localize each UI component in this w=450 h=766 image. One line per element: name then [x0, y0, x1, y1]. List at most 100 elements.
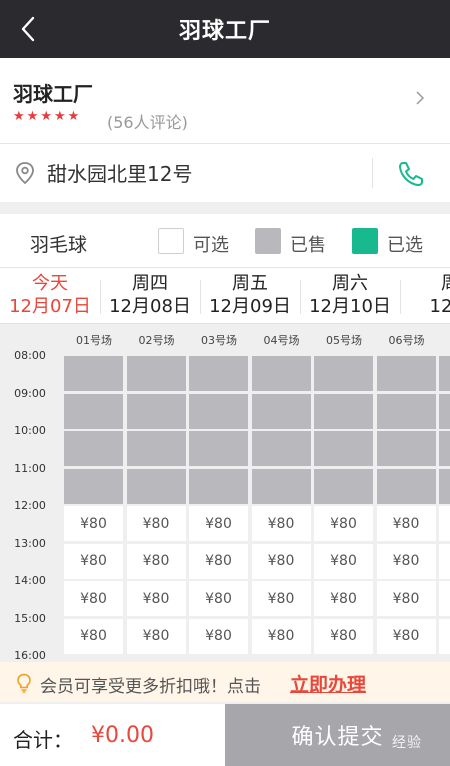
court-slot[interactable]: ¥80	[126, 581, 186, 616]
court-slot[interactable]	[439, 543, 450, 579]
date-tab[interactable]: 周六 12月10日	[300, 268, 400, 324]
time-label: 08:00	[14, 349, 46, 362]
phone-icon[interactable]	[396, 159, 426, 189]
court-slot	[126, 468, 186, 504]
date-tab[interactable]: 周五 12月09日	[200, 268, 300, 324]
divider	[372, 158, 373, 188]
date-tab-divider	[400, 280, 401, 314]
location-pin-icon	[16, 162, 34, 185]
time-label: 11:00	[14, 461, 46, 475]
court-slot[interactable]: ¥80	[376, 618, 436, 654]
court-slot[interactable]: ¥80	[64, 543, 123, 579]
lightbulb-icon	[17, 673, 31, 693]
court-slot	[314, 431, 373, 466]
court-slot[interactable]: ¥80	[189, 506, 248, 541]
time-label: 09:00	[14, 386, 46, 400]
legend-selected-swatch	[352, 228, 378, 254]
date-tab-date: 12月	[429, 296, 450, 317]
court-label: 06号场	[388, 334, 425, 347]
court-slot[interactable]	[439, 618, 450, 654]
court-slot[interactable]: ¥80	[126, 543, 186, 579]
star-icon: ★	[13, 109, 25, 124]
address-text: 甜水园北里12号	[47, 162, 193, 186]
back-arrow-icon	[21, 16, 35, 42]
date-tab-divider	[100, 280, 101, 314]
court-slot[interactable]: ¥80	[376, 506, 436, 541]
join-membership-link[interactable]: 立即办理	[290, 670, 366, 697]
court-slot[interactable]: ¥80	[64, 618, 123, 654]
court-slot[interactable]: ¥80	[126, 506, 186, 541]
date-tab-divider	[200, 280, 201, 314]
confirm-submit-label: 确认提交	[291, 725, 384, 750]
court-slot[interactable]: ¥80	[64, 506, 123, 541]
page-title: 羽球工厂	[178, 19, 271, 44]
court-slot	[126, 431, 186, 466]
time-label: 14:00	[14, 574, 46, 587]
date-tab-weekday: 周四	[132, 273, 168, 294]
date-tab[interactable]: 今天 12月07日	[0, 268, 100, 324]
court-slot	[189, 468, 248, 504]
total-amount: ¥0.00	[91, 723, 154, 748]
court-slot[interactable]: ¥80	[251, 581, 311, 616]
court-slot	[314, 356, 373, 391]
court-slot[interactable]: ¥80	[314, 506, 373, 541]
member-promo-bar: 会员可享受更多折扣哦！点击 立即办理	[0, 662, 450, 702]
legend-bar: 羽毛球 可选 已售 已选	[0, 214, 450, 268]
date-tab[interactable]: 周12月	[400, 268, 450, 324]
shop-card[interactable]: 羽球工厂 ★ ★ ★ ★ ★ (56人评论)	[0, 58, 450, 144]
court-slot[interactable]: ¥80	[376, 581, 436, 616]
court-label: 05号场	[326, 334, 362, 347]
promo-text: 会员可享受更多折扣哦！点击	[40, 677, 261, 697]
court-slot[interactable]: ¥80	[189, 618, 248, 654]
court-slot[interactable]: ¥80	[189, 581, 248, 616]
court-slot	[126, 356, 186, 391]
court-slot[interactable]	[439, 506, 450, 541]
court-slot[interactable]: ¥80	[314, 618, 373, 654]
court-slot	[64, 431, 123, 466]
legend-sold-label: 已售	[290, 235, 326, 256]
booking-page: 羽球工厂 羽球工厂 ★ ★ ★ ★ ★ (56人评论) 甜水园北里12号 羽毛球 可选 …	[0, 0, 450, 766]
address-row[interactable]: 甜水园北里12号	[0, 144, 450, 202]
date-tab[interactable]: 周四 12月08日	[100, 268, 200, 324]
total-label: 合计：	[13, 728, 73, 752]
court-slot	[189, 431, 248, 466]
court-slot	[376, 431, 436, 466]
court-slot	[251, 431, 311, 466]
legend-available-swatch	[158, 228, 184, 254]
court-slot	[376, 356, 436, 391]
court-slot[interactable]: ¥80	[251, 543, 311, 579]
court-slot	[251, 393, 311, 429]
star-icon: ★	[67, 109, 80, 124]
star-icon: ★	[26, 109, 39, 124]
date-tab-date: 12月08日	[109, 296, 191, 317]
star-icon: ★	[40, 109, 52, 124]
court-label: 01号场	[76, 334, 112, 347]
court-slot	[251, 356, 311, 391]
court-slot[interactable]	[439, 581, 450, 616]
court-slot[interactable]: ¥80	[251, 506, 311, 541]
legend-available-label: 可选	[193, 235, 229, 256]
court-slot[interactable]: ¥80	[314, 581, 373, 616]
time-label: 13:00	[14, 536, 46, 550]
court-label: 04号场	[263, 334, 300, 347]
court-label: 03号场	[201, 334, 237, 347]
court-slot[interactable]: ¥80	[126, 618, 186, 654]
watermark-text: 经验	[392, 735, 422, 751]
back-button[interactable]	[8, 9, 48, 49]
date-tabs: 今天12月07日周四12月08日周五12月09日周六12月10日周12月	[0, 268, 450, 324]
legend-selected-label: 已选	[387, 235, 423, 256]
court-slot[interactable]: ¥80	[64, 581, 123, 616]
court-slot[interactable]: ¥80	[189, 543, 248, 579]
chevron-right-icon	[416, 91, 424, 105]
time-label: 10:00	[14, 424, 46, 437]
date-tab-divider	[300, 280, 301, 314]
date-tab-weekday: 周	[400, 274, 450, 294]
court-slot[interactable]: ¥80	[251, 618, 311, 654]
review-count: (56人评论)	[107, 113, 188, 132]
court-slot[interactable]: ¥80	[376, 543, 436, 579]
court-slot	[439, 393, 450, 429]
court-slot[interactable]: ¥80	[314, 543, 373, 579]
date-tab-date: 12月09日	[209, 296, 291, 317]
confirm-submit-button[interactable]: 确认提交 经验	[225, 704, 450, 766]
court-slot	[439, 468, 450, 504]
